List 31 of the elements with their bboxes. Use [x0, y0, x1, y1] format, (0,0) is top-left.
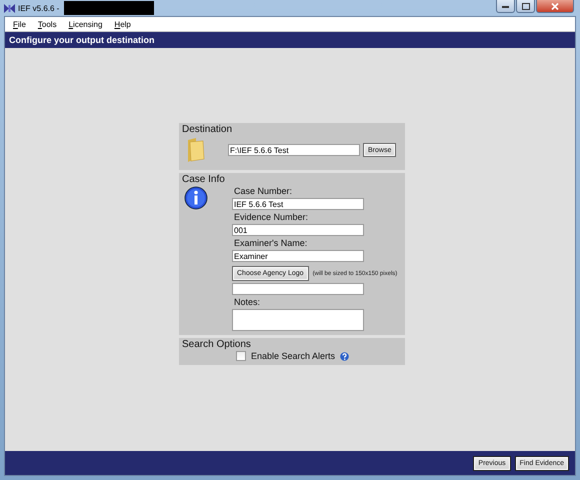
close-icon	[551, 2, 559, 10]
close-button[interactable]	[536, 0, 574, 13]
info-icon	[184, 186, 208, 210]
notes-field[interactable]	[232, 309, 364, 331]
menu-item[interactable]: Licensing	[68, 20, 102, 28]
page-heading: Configure your output destination	[9, 35, 154, 45]
text-field[interactable]: IEF 5.6.6 Test	[232, 198, 364, 210]
checkbox-label: Enable Search Alerts	[251, 351, 336, 361]
maximize-icon	[522, 2, 530, 10]
maximize-button[interactable]	[516, 0, 535, 13]
section-title: Destination	[182, 124, 232, 135]
app-logo-icon	[4, 4, 15, 12]
alerts-checkbox[interactable]	[236, 351, 246, 361]
text-field[interactable]: Examiner	[232, 250, 364, 262]
menu-item[interactable]: File	[13, 20, 26, 28]
menu-item[interactable]: Tools	[38, 20, 57, 28]
menu-item[interactable]: Help	[114, 20, 131, 28]
window-title: IEF v5.6.6 -	[18, 4, 60, 12]
section-title: Search Options	[182, 339, 251, 350]
minimize-button[interactable]	[496, 0, 515, 13]
folder-icon	[187, 138, 205, 162]
field-label: Case Number:	[234, 186, 292, 196]
field-label: Notes:	[234, 297, 260, 307]
field-label: Evidence Number:	[234, 212, 308, 222]
logo-path-field[interactable]	[232, 283, 364, 295]
destination-field[interactable]: F:\IEF 5.6.6 Test	[228, 144, 360, 156]
text-field[interactable]: 001	[232, 224, 364, 236]
section-title: Case Info	[182, 174, 225, 185]
help-icon[interactable]	[340, 352, 350, 360]
field-label: Examiner's Name:	[234, 238, 308, 248]
minimize-icon	[502, 4, 509, 8]
